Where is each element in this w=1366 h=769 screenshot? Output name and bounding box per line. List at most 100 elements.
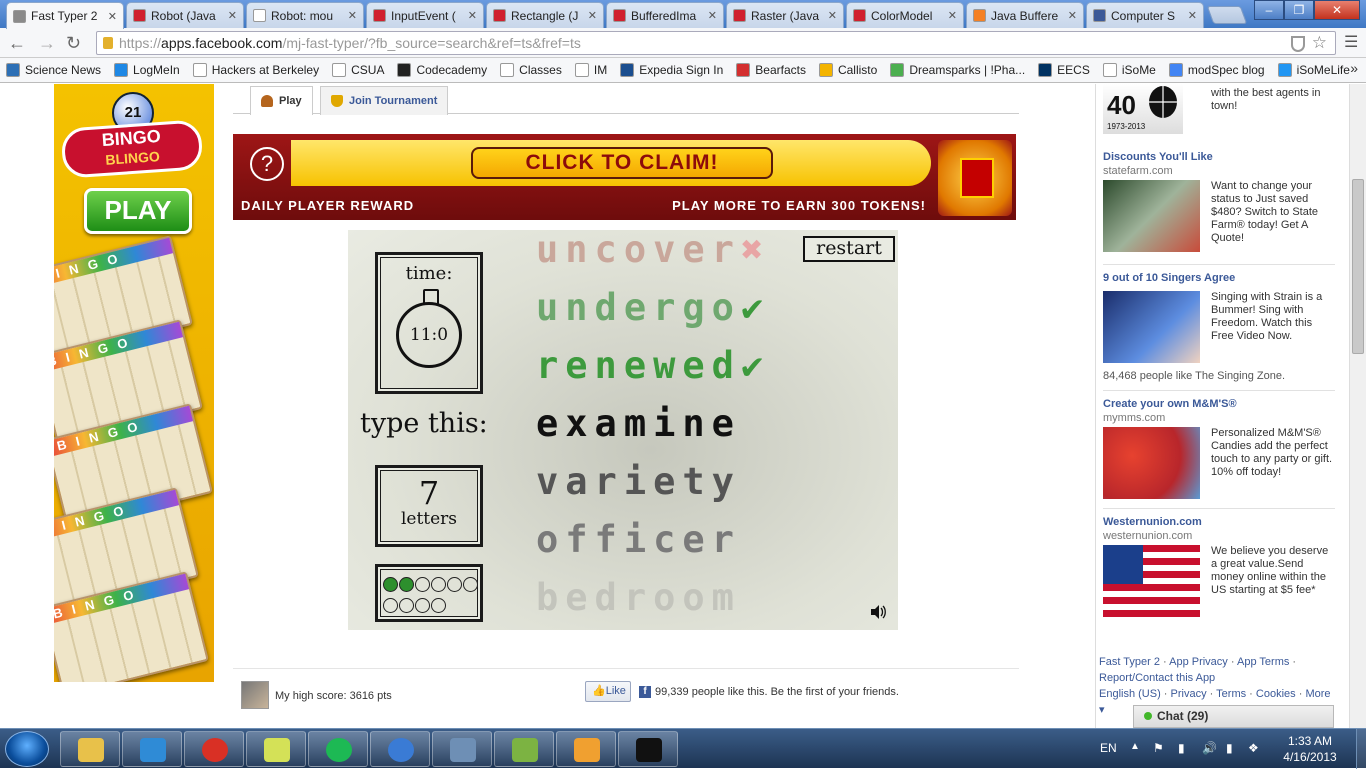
taskbar-app[interactable] [246,731,306,767]
maximize-button[interactable]: ❐ [1284,0,1314,20]
bookmark-item[interactable]: Dreamsparks | !Pha... [890,63,1025,77]
browser-tab[interactable]: Computer S ✕ [1086,2,1204,28]
address-bar[interactable]: https://apps.facebook.com/mj-fast-typer/… [96,31,1336,55]
footer-link[interactable]: English (US) [1099,688,1161,700]
start-button[interactable] [5,731,49,767]
tab-join-tournament[interactable]: Join Tournament [320,86,449,115]
footer-link[interactable]: App Privacy [1169,656,1228,668]
help-icon[interactable]: ? [250,147,284,181]
ad-image[interactable] [1103,180,1200,252]
close-tab-icon[interactable]: ✕ [588,9,597,22]
new-tab-button[interactable] [1206,6,1248,24]
reload-icon[interactable]: ↻ [66,33,81,53]
browser-tab[interactable]: InputEvent (✕ [366,2,484,28]
ad-image[interactable] [1103,545,1200,617]
bookmark-item[interactable]: modSpec blog [1168,63,1265,77]
volume-icon[interactable]: 🔊 [1202,741,1217,755]
taskbar-app[interactable] [556,731,616,767]
minimize-button[interactable]: – [1254,0,1284,20]
close-tab-icon[interactable]: ✕ [948,9,957,22]
browser-tab[interactable]: BufferedIma ✕ [606,2,724,28]
browser-tab[interactable]: ColorModel ✕ [846,2,964,28]
taskbar-app[interactable] [60,731,120,767]
footer-link[interactable]: Fast Typer 2 [1099,656,1160,668]
browser-tab[interactable]: Fast Typer 2 ✕ [6,2,124,29]
overflow-chevron-icon[interactable]: » [1350,60,1358,76]
ad-image[interactable] [1103,427,1200,499]
footer-link[interactable]: Cookies [1256,688,1296,700]
sidebar-ad[interactable]: Westernunion.com westernunion.com We belie… [1103,516,1335,617]
ad-image[interactable] [1103,291,1200,363]
chat-bar[interactable]: Chat (29) [1133,705,1334,728]
bookmark-item[interactable]: Codecademy [397,63,487,77]
bookmark-item[interactable]: IM [574,63,607,77]
daily-reward-banner[interactable]: ? CLICK TO CLAIM! DAILY PLAYER REWARD PL… [233,134,1016,220]
taskbar-app[interactable] [494,731,554,767]
avatar[interactable] [241,681,269,709]
close-tab-icon[interactable]: ✕ [1188,9,1197,22]
restart-button[interactable]: restart [803,236,895,262]
sidebar-ad[interactable]: Create your own M&M'S® mymms.com Personali… [1103,398,1335,499]
language-indicator[interactable]: EN [1100,741,1117,755]
battery-icon[interactable]: ▮ [1178,741,1185,755]
partial-ad-image[interactable]: 40 1973-2013 [1103,84,1183,134]
bookmark-item[interactable]: Classes [500,63,562,77]
bookmark-item[interactable]: Science News [6,63,101,77]
like-button[interactable]: 👍Like [585,681,631,702]
bookmark-item[interactable]: EECS [1038,63,1090,77]
taskbar-app[interactable] [618,731,678,767]
fast-typer-game[interactable]: time: 11:0 type this: uncover✖ undergo✔ re… [348,230,898,630]
close-tab-icon[interactable]: ✕ [228,9,237,22]
show-desktop-button[interactable] [1356,729,1366,769]
sidebar-ad[interactable]: Discounts You'll Like statefarm.com Want t… [1103,151,1335,252]
show-hidden-icons[interactable]: ▲ [1130,741,1140,752]
forward-icon[interactable]: → [38,33,56,53]
flag-icon[interactable]: ⚑ [1153,741,1164,755]
network-icon[interactable]: ▮ [1226,741,1233,755]
browser-tab[interactable]: Rectangle (J ✕ [486,2,604,28]
taskbar-app[interactable] [432,731,492,767]
footer-link[interactable]: Privacy [1171,688,1207,700]
sound-icon[interactable] [870,604,886,620]
taskbar-app[interactable] [370,731,430,767]
shield-icon[interactable] [1291,36,1305,52]
sidebar-ad[interactable]: 9 out of 10 Singers Agree Singing with St… [1103,272,1335,382]
close-tab-icon[interactable]: ✕ [708,9,717,22]
bookmark-item[interactable]: LogMeIn [114,63,180,77]
close-tab-icon[interactable]: ✕ [1068,9,1077,22]
bookmark-item[interactable]: iSoMeLife [1277,63,1350,77]
browser-tab[interactable]: Robot: mou ✕ [246,2,364,28]
bookmark-item[interactable]: Hackers at Berkeley [192,63,319,77]
menu-icon[interactable]: ☰ [1344,32,1358,52]
bookmark-item[interactable]: Bearfacts [736,63,806,77]
footer-link[interactable]: Report/Contact this App [1099,672,1215,684]
footer-link[interactable]: Terms [1216,688,1246,700]
browser-tab[interactable]: Java Buffere ✕ [966,2,1084,28]
tab-play[interactable]: Play [250,86,313,115]
bookmark-item[interactable]: CSUA [332,63,384,77]
scrollbar-thumb[interactable] [1352,179,1364,354]
ad-play-button[interactable]: PLAY [84,188,192,234]
bookmark-item[interactable]: iSoMe [1102,63,1156,77]
ad-title[interactable]: Create your own M&M'S® [1103,398,1335,410]
footer-link[interactable]: App Terms [1237,656,1289,668]
taskbar-app[interactable] [122,731,182,767]
click-to-claim-button[interactable]: CLICK TO CLAIM! [471,147,773,179]
close-window-button[interactable]: ✕ [1314,0,1360,20]
system-clock[interactable]: 1:33 AM 4/16/2013 [1270,733,1350,765]
close-tab-icon[interactable]: ✕ [108,10,117,23]
close-tab-icon[interactable]: ✕ [828,9,837,22]
bookmark-item[interactable]: Callisto [818,63,877,77]
page-scrollbar[interactable] [1349,84,1366,728]
bookmark-star-icon[interactable]: ☆ [1312,32,1327,54]
close-tab-icon[interactable]: ✕ [348,9,357,22]
taskbar-app[interactable] [308,731,368,767]
bingo-blingo-ad[interactable]: 21 BINGO BLINGO PLAY BINGO BINGO BINGO BING… [54,84,214,682]
close-tab-icon[interactable]: ✕ [468,9,477,22]
bookmark-item[interactable]: Expedia Sign In [620,63,723,77]
browser-tab[interactable]: Raster (Java ✕ [726,2,844,28]
taskbar-app[interactable] [184,731,244,767]
ad-title[interactable]: Discounts You'll Like [1103,151,1335,163]
ad-title[interactable]: 9 out of 10 Singers Agree [1103,272,1335,284]
browser-tab[interactable]: Robot (Java ✕ [126,2,244,28]
